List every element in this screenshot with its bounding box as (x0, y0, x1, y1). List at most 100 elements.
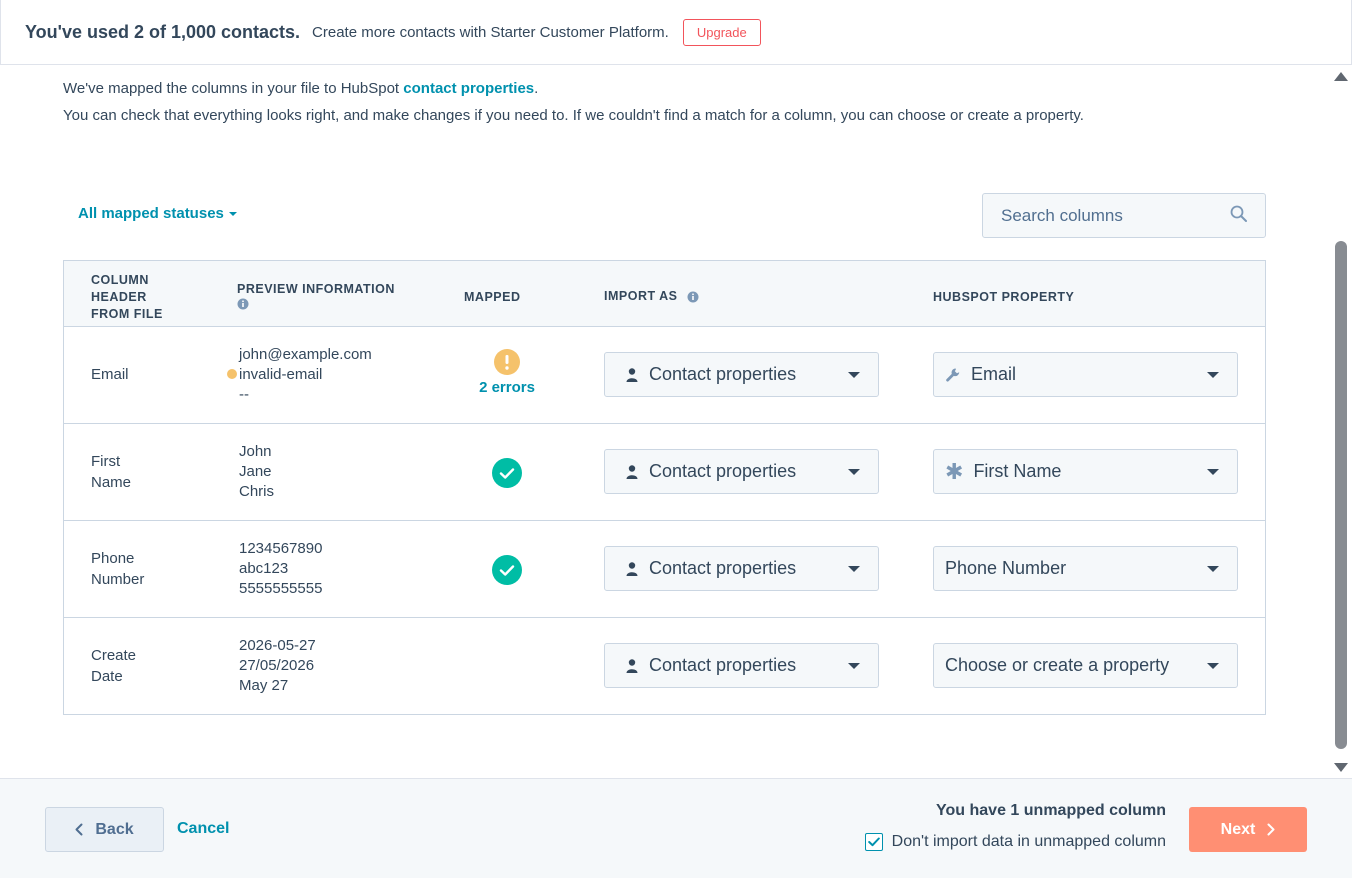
mapped-status (466, 458, 548, 488)
table-row: Create Date 2026-05-27 27/05/2026 May 27… (64, 618, 1265, 715)
import-as-dropdown[interactable]: Contact properties (604, 643, 879, 688)
preview-heading-label: PREVIEW INFORMATION (237, 282, 395, 296)
preview-value: Chris (239, 483, 275, 500)
intro-line-1-suffix: . (534, 80, 539, 97)
preview-value: abc123 (239, 560, 289, 577)
column-name-line: First (91, 453, 121, 470)
mapping-table: COLUMN HEADER FROM FILE PREVIEW INFORMAT… (63, 260, 1266, 715)
hubspot-property-heading: HUBSPOT PROPERTY (933, 290, 1075, 304)
preview-heading: PREVIEW INFORMATION (237, 281, 395, 315)
back-button[interactable]: Back (45, 807, 164, 852)
mapped-heading: MAPPED (464, 290, 521, 304)
column-name-line: Create (91, 647, 137, 664)
caret-down-icon (1207, 566, 1219, 572)
cancel-link[interactable]: Cancel (177, 820, 229, 838)
intro-line-2: You can check that everything looks righ… (63, 107, 1084, 124)
contact-properties-link[interactable]: contact properties (403, 80, 534, 97)
search-icon[interactable] (1230, 205, 1247, 227)
chevron-right-icon (1267, 823, 1275, 836)
warning-icon (466, 349, 548, 375)
preview-values: 1234567890 abc123 5555555555 (239, 539, 322, 599)
caret-down-icon (1207, 372, 1219, 378)
unmapped-column-notice: You have 1 unmapped column (936, 802, 1166, 819)
column-name-line: Name (91, 474, 132, 491)
hubspot-property-value: Phone Number (945, 558, 1067, 578)
hubspot-property-dropdown[interactable]: Phone Number (933, 546, 1238, 591)
hubspot-property-dropdown[interactable]: Choose or create a property (933, 643, 1238, 688)
contact-person-icon (625, 464, 639, 480)
usage-banner: You've used 2 of 1,000 contacts. Create … (0, 0, 1352, 65)
intro-line-1: We've mapped the columns in your file to… (63, 75, 1084, 102)
preview-value-invalid-text: invalid-email (239, 366, 323, 383)
caret-down-icon (228, 211, 237, 216)
preview-value: john@example.com (239, 346, 372, 363)
import-as-dropdown[interactable]: Contact properties (604, 449, 879, 494)
preview-values: 2026-05-27 27/05/2026 May 27 (239, 636, 316, 696)
column-name-line: Email (91, 366, 129, 383)
column-header-heading-line-1: COLUMN (91, 273, 149, 287)
upgrade-button[interactable]: Upgrade (682, 18, 761, 46)
skip-unmapped-checkbox-row[interactable]: Don't import data in unmapped column (864, 833, 1166, 851)
usage-text: Create more contacts with Starter Custom… (312, 23, 669, 41)
preview-values: John Jane Chris (239, 442, 274, 502)
column-name-line: Phone (91, 550, 135, 567)
skip-unmapped-checkbox[interactable] (864, 833, 883, 851)
preview-value: 5555555555 (239, 580, 323, 597)
caret-down-icon (848, 663, 860, 669)
intro-line-1-prefix: We've mapped the columns in your file to… (63, 80, 404, 97)
column-name: Create Date (91, 645, 136, 687)
preview-values: john@example.com invalid-email -- (227, 345, 372, 405)
search-columns[interactable] (982, 193, 1266, 238)
contact-person-icon (625, 658, 639, 674)
skip-unmapped-checkbox-label: Don't import data in unmapped column (891, 833, 1166, 850)
hubspot-property-value: Choose or create a property (945, 655, 1170, 675)
import-as-value: Contact properties (649, 655, 797, 675)
mapped-status: 2 errors (466, 349, 548, 396)
info-icon[interactable] (687, 291, 699, 303)
preview-value: John (239, 443, 272, 460)
preview-value: 1234567890 (239, 540, 323, 557)
contact-person-icon (625, 561, 639, 577)
scroll-down-arrow-icon[interactable] (1334, 763, 1348, 772)
contact-person-icon (625, 367, 639, 383)
wrench-icon (945, 367, 961, 383)
preview-value: 27/05/2026 (239, 657, 315, 674)
column-header-heading: COLUMN HEADER FROM FILE (91, 272, 163, 323)
footer-bar: Back Cancel You have 1 unmapped column D… (0, 778, 1352, 878)
search-input[interactable] (1001, 205, 1221, 226)
column-name: First Name (91, 451, 131, 493)
import-as-dropdown[interactable]: Contact properties (604, 352, 879, 397)
warning-dot-icon (227, 369, 237, 379)
next-button[interactable]: Next (1189, 807, 1307, 852)
mapped-status-filter[interactable]: All mapped statuses (78, 205, 237, 222)
caret-down-icon (1207, 663, 1219, 669)
checkmark-icon (466, 555, 548, 585)
info-icon[interactable] (237, 298, 395, 315)
preview-value-invalid: invalid-email (227, 365, 372, 385)
scroll-up-arrow-icon[interactable] (1334, 72, 1348, 81)
import-as-dropdown[interactable]: Contact properties (604, 546, 879, 591)
checkmark-icon (867, 837, 880, 847)
import-as-heading-label: IMPORT AS (604, 289, 678, 303)
caret-down-icon (848, 469, 860, 475)
import-as-value: Contact properties (649, 461, 797, 481)
next-button-label: Next (1220, 820, 1256, 838)
intro-text: We've mapped the columns in your file to… (63, 75, 1084, 129)
preview-value: 2026-05-27 (239, 637, 316, 654)
preview-value: May 27 (239, 677, 289, 694)
column-name-line: Number (91, 571, 145, 588)
column-name: Phone Number (91, 548, 144, 590)
scrollbar-thumb[interactable] (1335, 241, 1347, 749)
caret-down-icon (848, 372, 860, 378)
hubspot-property-dropdown[interactable]: ✱ First Name (933, 449, 1238, 494)
table-row: Phone Number 1234567890 abc123 555555555… (64, 521, 1265, 618)
chevron-left-icon (75, 823, 83, 836)
column-header-heading-line-3: FROM FILE (91, 307, 163, 321)
column-name-line: Date (91, 668, 123, 685)
hubspot-property-dropdown[interactable]: Email (933, 352, 1238, 397)
asterisk-icon: ✱ (945, 458, 964, 484)
import-as-value: Contact properties (649, 558, 797, 578)
hubspot-property-value: First Name (973, 461, 1062, 481)
preview-value: -- (239, 386, 249, 403)
errors-link[interactable]: 2 errors (466, 379, 548, 396)
